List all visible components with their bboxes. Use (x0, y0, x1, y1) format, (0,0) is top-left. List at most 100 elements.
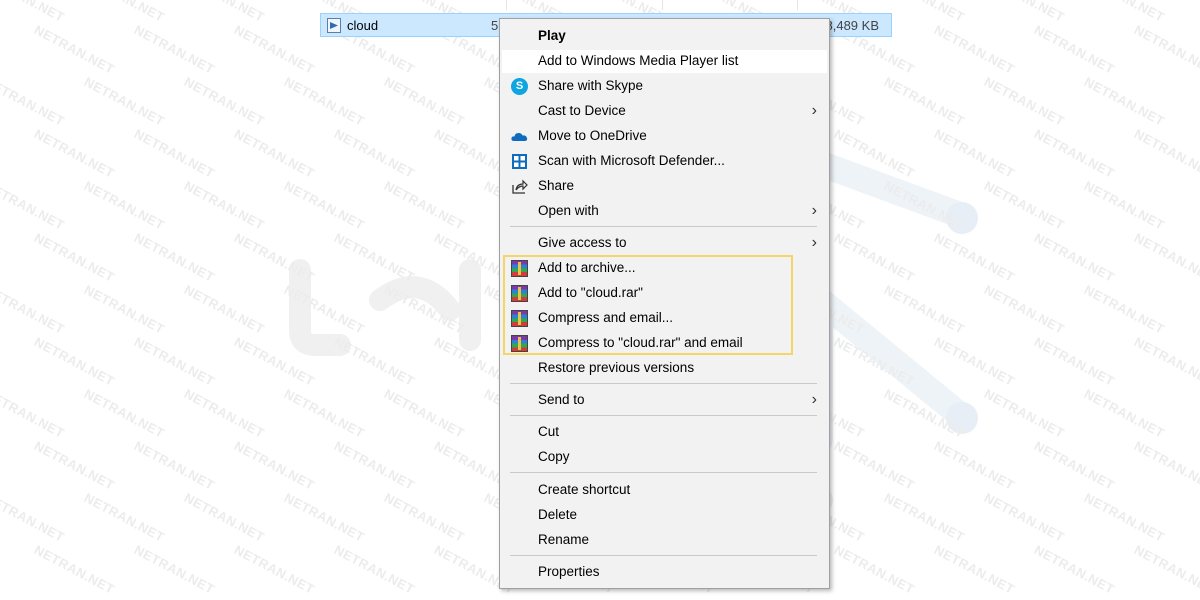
watermark-text: NETRAN.NET (981, 74, 1068, 129)
watermark-text: NETRAN.NET (831, 230, 918, 285)
watermark-text: NETRAN.NET (931, 334, 1018, 389)
watermark-text: NETRAN.NET (31, 542, 118, 597)
menu-item-cut[interactable]: Cut (502, 421, 827, 444)
watermark-text: NETRAN.NET (982, 0, 1067, 25)
watermark-text: NETRAN.NET (1131, 334, 1200, 389)
watermark-text: NETRAN.NET (31, 22, 118, 77)
watermark-text: NETRAN.NET (231, 542, 318, 597)
watermark-text: NETRAN.NET (31, 334, 118, 389)
watermark-text: NETRAN.NET (231, 438, 318, 493)
watermark-text: NETRAN.NET (881, 74, 968, 129)
watermark-text: NETRAN.NET (181, 386, 268, 441)
watermark-text: NETRAN.NET (131, 438, 218, 493)
watermark-text: NETRAN.NET (831, 126, 918, 181)
chevron-right-icon: › (811, 202, 817, 219)
onedrive-cloud-icon (511, 133, 528, 141)
watermark-text: NETRAN.NET (31, 126, 118, 181)
watermark-text: NETRAN.NET (81, 74, 168, 129)
watermark-text: NETRAN.NET (181, 178, 268, 233)
watermark-text: NETRAN.NET (231, 126, 318, 181)
watermark-text: NETRAN.NET (1031, 126, 1118, 181)
menu-item-give-access-to[interactable]: Give access to › (502, 232, 827, 255)
menu-item-share[interactable]: Share (502, 175, 827, 198)
watermark-text: NETRAN.NET (331, 126, 418, 181)
menu-item-scan-with-defender[interactable]: Scan with Microsoft Defender... (502, 150, 827, 173)
menu-item-restore-previous-versions[interactable]: Restore previous versions (502, 357, 827, 380)
watermark-text: NETRAN.NET (131, 22, 218, 77)
menu-item-share-with-skype[interactable]: S Share with Skype (502, 75, 827, 98)
chevron-right-icon: › (811, 234, 817, 251)
watermark-text: NETRAN.NET (381, 74, 468, 129)
watermark-text: NETRAN.NET (931, 22, 1018, 77)
watermark-text: NETRAN.NET (0, 282, 68, 337)
watermark-text: NETRAN.NET (131, 542, 218, 597)
watermark-text: NETRAN.NET (831, 438, 918, 493)
column-separator (662, 0, 663, 10)
watermark-text: NETRAN.NET (1081, 282, 1168, 337)
watermark-text: NETRAN.NET (981, 490, 1068, 545)
watermark-text: NETRAN.NET (0, 490, 68, 545)
menu-item-delete[interactable]: Delete (502, 504, 827, 527)
watermark-text: NETRAN.NET (1131, 542, 1200, 597)
file-date-partial: 5 (491, 18, 499, 33)
watermark-text: NETRAN.NET (981, 178, 1068, 233)
watermark-text: NETRAN.NET (281, 386, 368, 441)
menu-item-play[interactable]: Play (502, 25, 827, 48)
file-size: 8,489 KB (825, 18, 880, 33)
watermark-text: NETRAN.NET (81, 386, 168, 441)
watermark-text: NETRAN.NET (931, 230, 1018, 285)
watermark-text: NETRAN.NET (331, 230, 418, 285)
watermark-text: NETRAN.NET (1081, 490, 1168, 545)
watermark-text: NETRAN.NET (331, 542, 418, 597)
watermark-text: NETRAN.NET (381, 178, 468, 233)
menu-separator (510, 472, 817, 473)
menu-separator (510, 226, 817, 227)
watermark-text: NETRAN.NET (1081, 74, 1168, 129)
watermark-text: NETRAN.NET (1131, 22, 1200, 77)
watermark-text: NETRAN.NET (882, 0, 967, 25)
menu-item-open-with[interactable]: Open with › (502, 200, 827, 223)
watermark-text: NETRAN.NET (231, 22, 318, 77)
menu-item-cast-to-device[interactable]: Cast to Device › (502, 100, 827, 123)
watermark-text: NETRAN.NET (1031, 22, 1118, 77)
video-file-icon (327, 18, 341, 33)
menu-item-properties[interactable]: Properties (502, 561, 827, 584)
menu-item-move-to-onedrive[interactable]: Move to OneDrive (502, 125, 827, 148)
watermark-text: NETRAN.NET (1031, 334, 1118, 389)
watermark-text: NETRAN.NET (1031, 230, 1118, 285)
watermark-text: NETRAN.NET (1131, 438, 1200, 493)
watermark-text: NETRAN.NET (182, 0, 267, 25)
menu-item-add-to-wmp-list[interactable]: Add to Windows Media Player list (502, 50, 827, 73)
menu-item-create-shortcut[interactable]: Create shortcut (502, 479, 827, 502)
watermark-text: NETRAN.NET (881, 386, 968, 441)
menu-item-copy[interactable]: Copy (502, 446, 827, 469)
watermark-text: NETRAN.NET (331, 334, 418, 389)
menu-item-rename[interactable]: Rename (502, 529, 827, 552)
chevron-right-icon: › (811, 391, 817, 408)
watermark-text: NETRAN.NET (131, 230, 218, 285)
watermark-text: NETRAN.NET (1131, 230, 1200, 285)
watermark-text: NETRAN.NET (281, 490, 368, 545)
watermark-text: NETRAN.NET (1081, 386, 1168, 441)
watermark-text: NETRAN.NET (1082, 0, 1167, 25)
menu-separator (510, 555, 817, 556)
watermark-text: NETRAN.NET (181, 490, 268, 545)
watermark-text: NETRAN.NET (181, 74, 268, 129)
watermark-text: NETRAN.NET (0, 178, 68, 233)
watermark-text: NETRAN.NET (881, 490, 968, 545)
watermark-text: NETRAN.NET (131, 126, 218, 181)
column-separator (797, 0, 798, 10)
watermark-text: NETRAN.NET (831, 334, 918, 389)
watermark-text: NETRAN.NET (1081, 178, 1168, 233)
menu-separator (510, 383, 817, 384)
watermark-text: NETRAN.NET (931, 542, 1018, 597)
winrar-options-highlight (503, 255, 793, 355)
watermark-text: NETRAN.NET (981, 386, 1068, 441)
watermark-text: NETRAN.NET (81, 178, 168, 233)
watermark-text: NETRAN.NET (881, 178, 968, 233)
menu-item-send-to[interactable]: Send to › (502, 389, 827, 412)
watermark-text: NETRAN.NET (231, 334, 318, 389)
watermark-text: NETRAN.NET (281, 74, 368, 129)
watermark-text: NETRAN.NET (1131, 126, 1200, 181)
watermark-text: NETRAN.NET (0, 386, 68, 441)
